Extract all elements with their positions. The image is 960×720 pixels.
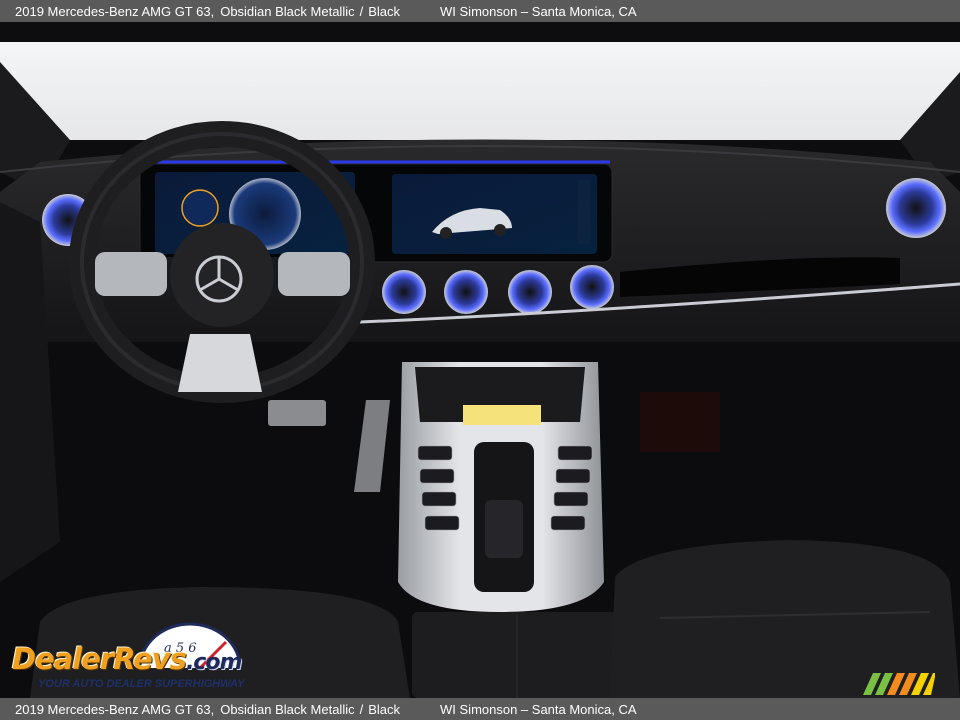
caption-title: 2019 Mercedes-Benz AMG GT 63, (15, 3, 215, 19)
dealerrevs-watermark: a 5 6 DealerRevs.com YOUR AUTO DEALER SU… (10, 622, 270, 694)
interior-photo (0, 22, 960, 698)
watermark-brand: DealerRevs.com (12, 642, 242, 676)
vent-center-3 (508, 270, 552, 314)
console-display (463, 405, 541, 425)
caption-exterior-color: Obsidian Black Metallic (220, 3, 355, 19)
caption-interior-color-bottom: Black (368, 701, 401, 717)
vent-center-2 (444, 270, 488, 314)
caption-interior-color: Black (368, 3, 401, 19)
caption-dealer-bottom: WI Simonson – Santa Monica, CA (440, 701, 637, 717)
watermark-tagline: YOUR AUTO DEALER SUPERHIGHWAY (38, 678, 245, 690)
brake-pedal (268, 400, 326, 426)
watermark-domain: .com (185, 650, 242, 675)
caption-bar-bottom: 2019 Mercedes-Benz AMG GT 63, Obsidian B… (0, 698, 960, 720)
steering-controls-right (278, 252, 350, 296)
stripes-logo-icon (863, 673, 935, 695)
dashboard-illustration (0, 42, 960, 698)
caption-exterior-color-bottom: Obsidian Black Metallic (220, 701, 355, 717)
steering-controls-left (95, 252, 167, 296)
caption-separator: / (359, 3, 364, 19)
vent-center-1 (382, 270, 426, 314)
caption-separator-bottom: / (359, 701, 364, 717)
watermark-brand-name: DealerRevs (12, 642, 187, 676)
steering-lower-spoke (178, 334, 262, 392)
steering-hub (170, 223, 274, 327)
windshield (0, 42, 960, 140)
left-gauge (181, 189, 219, 227)
vent-center-4 (570, 265, 614, 309)
caption-title-bottom: 2019 Mercedes-Benz AMG GT 63, (15, 701, 215, 717)
caption-bar-top: 2019 Mercedes-Benz AMG GT 63, Obsidian B… (0, 0, 960, 22)
caption-dealer: WI Simonson – Santa Monica, CA (440, 3, 637, 19)
vent-right (886, 178, 946, 238)
